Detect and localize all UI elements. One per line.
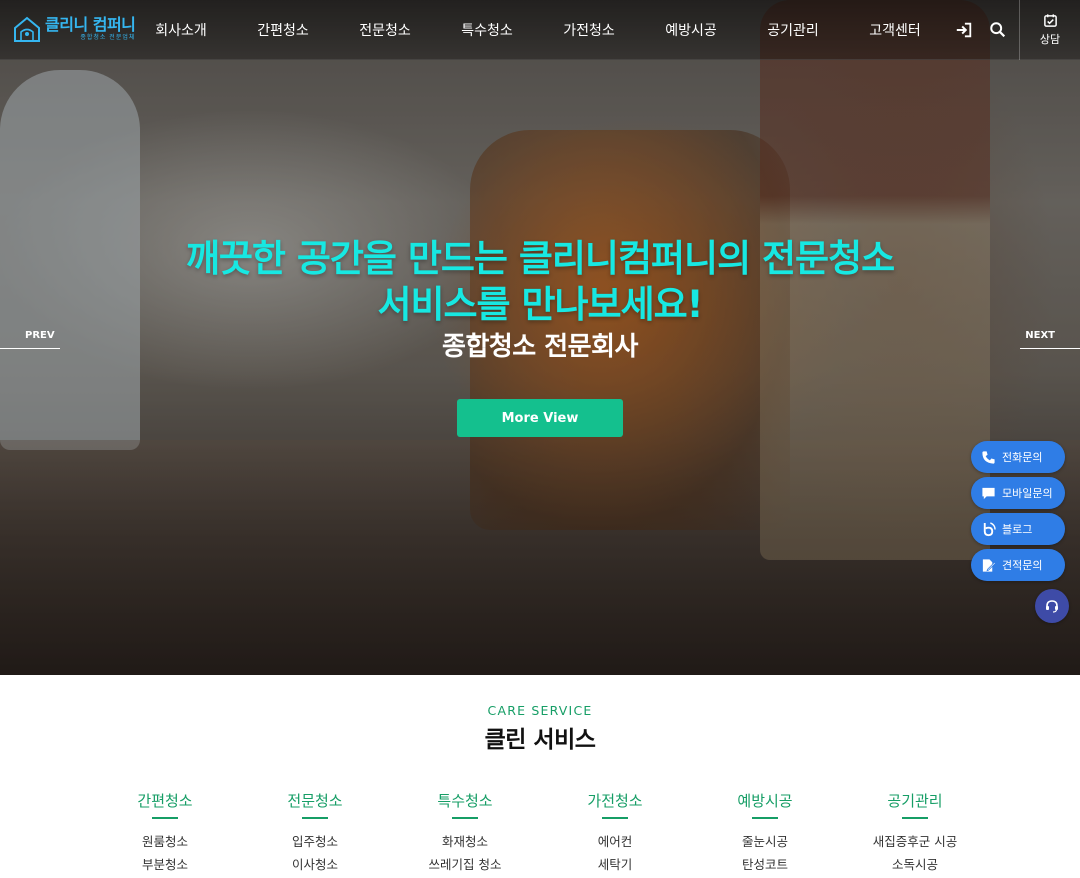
quick-mobile-label: 모바일문의	[1002, 487, 1053, 500]
blog-icon	[983, 521, 996, 536]
service-column-title[interactable]: 특수청소	[390, 790, 540, 810]
service-link[interactable]: 에어컨	[540, 831, 690, 854]
quick-blog-label: 블로그	[1002, 523, 1033, 536]
more-view-button[interactable]: More View	[457, 399, 623, 437]
service-column-title[interactable]: 전문청소	[240, 790, 390, 810]
nav-item-company[interactable]: 회사소개	[130, 0, 232, 60]
logo-tagline: 종합청소 전문업체	[80, 34, 136, 41]
service-column-prevention: 예방시공 줄눈시공 탄성코트	[690, 790, 840, 876]
consult-button[interactable]: 상담	[1019, 0, 1080, 60]
service-link[interactable]: 세탁기	[540, 854, 690, 877]
service-link[interactable]: 새집증후군 시공	[840, 831, 990, 854]
hero-title-line-1: 깨끗한 공간을 만드는 클리니컴퍼니의 전문청소	[185, 237, 895, 280]
hero-title-line-2: 서비스를 만나보세요!	[377, 283, 703, 326]
service-link[interactable]: 소독시공	[840, 854, 990, 877]
logo[interactable]: 클리니 컴퍼니 종합청소 전문업체	[12, 15, 136, 43]
nav-item-air-care[interactable]: 공기관리	[742, 0, 844, 60]
slider-next-button[interactable]: NEXT	[1020, 330, 1080, 349]
quick-phone-button[interactable]: 전화문의	[971, 441, 1065, 473]
service-column-appliance: 가전청소 에어컨 세탁기	[540, 790, 690, 876]
service-column-title[interactable]: 가전청소	[540, 790, 690, 810]
service-link[interactable]: 입주청소	[240, 831, 390, 854]
quick-mobile-button[interactable]: 모바일문의	[971, 477, 1065, 509]
logo-house-icon	[14, 16, 40, 42]
slider-prev-button[interactable]: PREV	[0, 330, 60, 349]
service-link[interactable]: 이사청소	[240, 854, 390, 877]
service-link[interactable]: 원룸청소	[90, 831, 240, 854]
nav-item-special-cleaning[interactable]: 특수청소	[436, 0, 538, 60]
service-underline	[902, 817, 928, 819]
service-column-special: 특수청소 화재청소 쓰레기집 청소	[390, 790, 540, 876]
search-icon[interactable]	[988, 20, 1008, 40]
service-column-title[interactable]: 공기관리	[840, 790, 990, 810]
hero-subtitle: 종합청소 전문회사	[442, 332, 638, 362]
section-title: 클린 서비스	[484, 727, 596, 753]
quick-phone-label: 전화문의	[1002, 451, 1043, 464]
service-underline	[602, 817, 628, 819]
service-underline	[302, 817, 328, 819]
chat-support-button[interactable]	[1035, 589, 1069, 623]
section-eyebrow: CARE SERVICE	[487, 703, 593, 718]
service-link[interactable]: 줄눈시공	[690, 831, 840, 854]
nav-item-simple-cleaning[interactable]: 간편청소	[232, 0, 334, 60]
service-column-air: 공기관리 새집증후군 시공 소독시공	[840, 790, 990, 876]
service-column-title[interactable]: 간편청소	[90, 790, 240, 810]
service-column-simple: 간편청소 원룸청소 부분청소	[90, 790, 240, 876]
service-underline	[752, 817, 778, 819]
site-header: 클리니 컴퍼니 종합청소 전문업체 회사소개 간편청소 전문청소 특수청소 가전…	[0, 0, 1080, 60]
service-link[interactable]: 탄성코트	[690, 854, 840, 877]
service-link[interactable]: 부분청소	[90, 854, 240, 877]
nav-item-prevention[interactable]: 예방시공	[640, 0, 742, 60]
phone-icon	[982, 450, 995, 464]
hero-title: 깨끗한 공간을 만드는 클리니컴퍼니의 전문청소 서비스를 만나보세요!	[0, 236, 1080, 328]
service-link[interactable]: 화재청소	[390, 831, 540, 854]
service-link[interactable]: 쓰레기집 청소	[390, 854, 540, 877]
quick-blog-button[interactable]: 블로그	[971, 513, 1065, 545]
hero-slider: 깨끗한 공간을 만드는 클리니컴퍼니의 전문청소 서비스를 만나보세요! 종합청…	[0, 0, 1080, 675]
headset-icon	[1046, 600, 1058, 613]
service-underline	[152, 817, 178, 819]
quick-estimate-label: 견적문의	[1002, 559, 1043, 572]
quick-estimate-button[interactable]: 견적문의	[971, 549, 1065, 581]
service-column-title[interactable]: 예방시공	[690, 790, 840, 810]
edit-document-icon	[982, 558, 996, 572]
service-columns: 간편청소 원룸청소 부분청소 전문청소 입주청소 이사청소 특수청소 화재청소 …	[90, 790, 990, 876]
logo-name: 클리니 컴퍼니	[45, 15, 136, 34]
chat-bubble-icon	[982, 487, 995, 499]
calendar-check-icon	[1043, 14, 1057, 27]
quick-menu: 전화문의 모바일문의 블로그 견적문의	[971, 441, 1065, 585]
nav-item-customer-center[interactable]: 고객센터	[844, 0, 946, 60]
login-icon[interactable]	[954, 20, 974, 40]
nav-item-appliance-cleaning[interactable]: 가전청소	[538, 0, 640, 60]
nav-item-pro-cleaning[interactable]: 전문청소	[334, 0, 436, 60]
service-column-pro: 전문청소 입주청소 이사청소	[240, 790, 390, 876]
service-underline	[452, 817, 478, 819]
main-nav: 회사소개 간편청소 전문청소 특수청소 가전청소 예방시공 공기관리 고객센터	[130, 0, 946, 60]
consult-label: 상담	[1039, 33, 1061, 46]
